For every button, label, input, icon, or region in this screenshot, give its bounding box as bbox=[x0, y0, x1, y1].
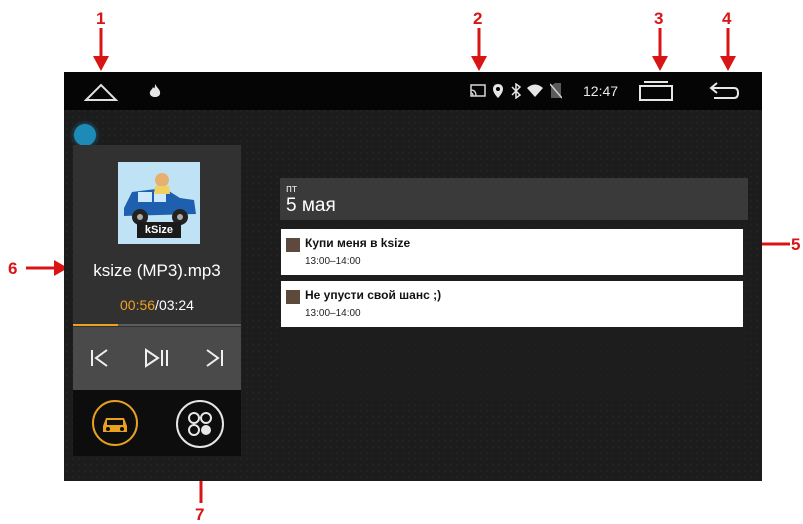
progress-fill bbox=[73, 324, 119, 326]
album-art[interactable]: kSize bbox=[118, 162, 200, 244]
home-icon[interactable] bbox=[84, 72, 118, 110]
annotation-arrow-6 bbox=[26, 260, 68, 276]
no-sim-icon bbox=[550, 72, 562, 110]
car-icon bbox=[103, 418, 127, 432]
annotation-7: 7 bbox=[195, 505, 205, 524]
calendar-date: 5 мая bbox=[286, 195, 336, 216]
calendar-event[interactable]: Не упусти свой шанс ;) 13:00–14:00 bbox=[281, 281, 743, 327]
calendar-header[interactable]: пт 5 мая bbox=[280, 178, 748, 220]
track-time: 00:56/03:24 bbox=[73, 297, 241, 313]
app-dock bbox=[73, 390, 241, 456]
event-title: Купи меня в ksize bbox=[305, 236, 411, 250]
annotation-6: 6 bbox=[8, 259, 18, 278]
annotation-arrow-4 bbox=[720, 28, 736, 71]
event-time: 13:00–14:00 bbox=[305, 256, 361, 267]
playback-controls bbox=[73, 327, 241, 390]
current-time: 00:56 bbox=[120, 297, 156, 313]
annotation-3: 3 bbox=[654, 9, 664, 28]
event-time: 13:00–14:00 bbox=[305, 308, 361, 319]
location-icon bbox=[492, 72, 504, 110]
wifi-icon bbox=[526, 72, 544, 110]
total-time: 03:24 bbox=[158, 297, 194, 313]
annotation-1: 1 bbox=[96, 9, 106, 28]
progress-bar[interactable] bbox=[73, 324, 241, 326]
annotation-arrow-2 bbox=[471, 28, 487, 71]
annotation-4: 4 bbox=[722, 9, 732, 28]
clock: 12:47 bbox=[583, 83, 619, 99]
calendar-weekday: пт bbox=[286, 183, 297, 195]
next-track-icon[interactable] bbox=[201, 345, 227, 371]
event-title: Не упусти свой шанс ;) bbox=[305, 288, 442, 302]
track-title: ksize (MP3).mp3 bbox=[93, 261, 221, 280]
play-pause-icon[interactable] bbox=[143, 345, 169, 371]
recent-apps-icon[interactable] bbox=[638, 72, 674, 110]
cast-icon bbox=[470, 72, 486, 110]
annotation-2: 2 bbox=[473, 9, 483, 28]
all-apps-button[interactable] bbox=[176, 400, 224, 448]
annotation-arrow-3 bbox=[652, 28, 668, 71]
event-color-swatch bbox=[286, 238, 300, 252]
status-bar: 12:47 bbox=[64, 72, 762, 110]
device-screen: 12:47 kSize ksize (MP3).mp3 00:56/03:24 bbox=[64, 72, 762, 481]
apps-grid-icon bbox=[188, 412, 212, 436]
car-settings-button[interactable] bbox=[92, 400, 138, 446]
back-icon[interactable] bbox=[706, 72, 740, 110]
calendar-widget: пт 5 мая Купи меня в ksize 13:00–14:00 Н… bbox=[280, 178, 748, 400]
fire-icon bbox=[148, 72, 162, 110]
floating-assist-button[interactable] bbox=[74, 124, 96, 146]
annotation-arrow-1 bbox=[93, 28, 109, 71]
event-color-swatch bbox=[286, 290, 300, 304]
album-logo-text: kSize bbox=[137, 222, 181, 238]
calendar-event[interactable]: Купи меня в ksize 13:00–14:00 bbox=[281, 229, 743, 275]
media-player-widget: kSize ksize (MP3).mp3 00:56/03:24 bbox=[73, 145, 241, 390]
previous-track-icon[interactable] bbox=[87, 345, 113, 371]
bluetooth-icon bbox=[510, 72, 522, 110]
annotation-5: 5 bbox=[791, 235, 801, 254]
